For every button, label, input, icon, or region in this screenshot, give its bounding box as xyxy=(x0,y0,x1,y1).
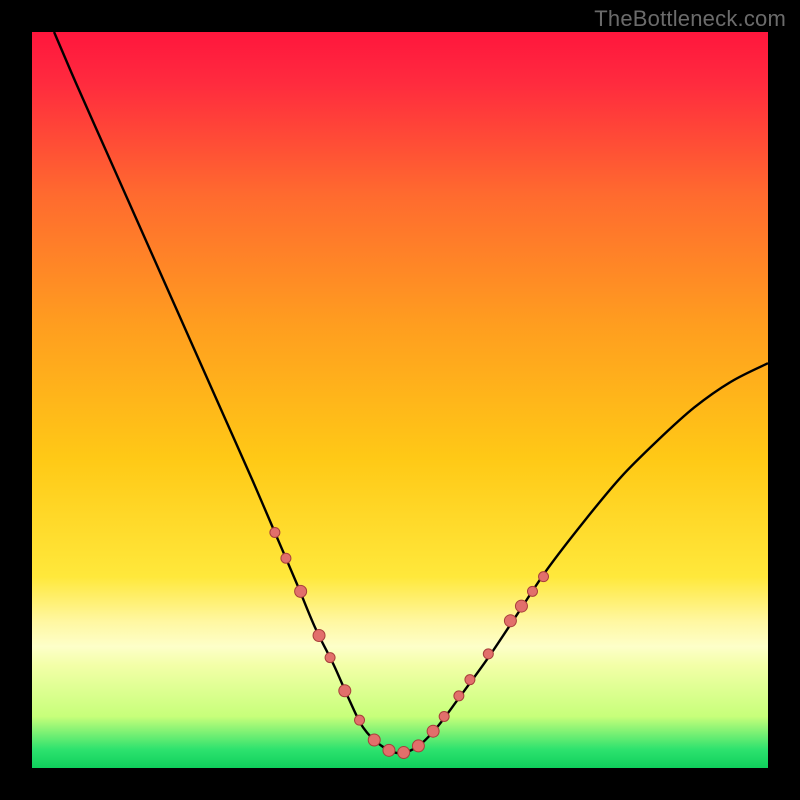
data-point xyxy=(270,527,280,537)
data-point xyxy=(383,744,395,756)
data-point xyxy=(483,649,493,659)
data-point xyxy=(412,740,424,752)
data-point xyxy=(281,553,291,563)
data-point xyxy=(527,586,537,596)
gradient-background xyxy=(32,32,768,768)
data-point xyxy=(439,711,449,721)
data-point xyxy=(454,691,464,701)
chart-frame: TheBottleneck.com xyxy=(0,0,800,800)
data-point xyxy=(465,675,475,685)
watermark-text: TheBottleneck.com xyxy=(594,6,786,32)
bottleneck-chart xyxy=(32,32,768,768)
data-point xyxy=(398,747,410,759)
data-point xyxy=(515,600,527,612)
data-point xyxy=(295,585,307,597)
data-point xyxy=(325,653,335,663)
data-point xyxy=(355,715,365,725)
data-point xyxy=(427,725,439,737)
data-point xyxy=(368,734,380,746)
plot-area xyxy=(32,32,768,768)
data-point xyxy=(313,630,325,642)
data-point xyxy=(504,615,516,627)
data-point xyxy=(539,572,549,582)
data-point xyxy=(339,685,351,697)
